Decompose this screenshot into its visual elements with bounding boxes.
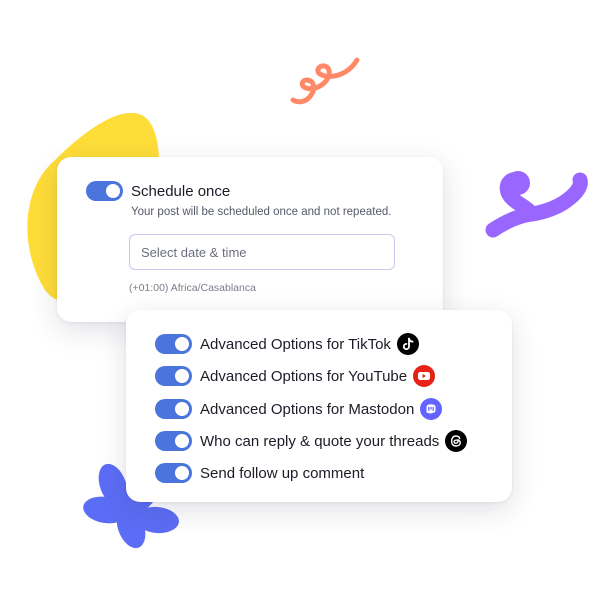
youtube-options-label: Advanced Options for YouTube — [200, 367, 408, 385]
follow-up-comment-toggle[interactable] — [155, 463, 192, 483]
option-row-youtube: Advanced Options for YouTube — [155, 365, 436, 387]
youtube-options-toggle[interactable] — [155, 366, 192, 386]
toggle-knob — [175, 466, 189, 480]
toggle-knob — [175, 402, 189, 416]
threads-reply-toggle[interactable] — [155, 431, 192, 451]
toggle-knob — [175, 434, 189, 448]
youtube-icon — [413, 365, 436, 387]
date-time-input[interactable]: Select date & time — [129, 234, 395, 270]
threads-reply-label: Who can reply & quote your threads — [200, 432, 440, 450]
follow-up-comment-label: Send follow up comment — [200, 464, 365, 482]
option-row-threads: Who can reply & quote your threads — [155, 430, 468, 452]
tiktok-icon — [396, 333, 419, 355]
mastodon-icon — [420, 398, 443, 420]
tiktok-options-toggle[interactable] — [155, 334, 192, 354]
advanced-options-card: Advanced Options for TikTok Advanced Opt… — [126, 310, 512, 502]
schedule-once-title: Schedule once — [131, 182, 231, 200]
toggle-knob — [106, 184, 120, 198]
schedule-once-toggle[interactable] — [86, 181, 123, 201]
schedule-card: Schedule once Your post will be schedule… — [57, 157, 443, 322]
tiktok-options-label: Advanced Options for TikTok — [200, 335, 391, 353]
option-row-follow-up: Send follow up comment — [155, 463, 364, 483]
option-row-tiktok: Advanced Options for TikTok — [155, 333, 419, 355]
date-time-placeholder: Select date & time — [141, 244, 247, 260]
timezone-label: (+01:00) Africa/Casablanca — [129, 282, 256, 294]
threads-icon — [445, 430, 468, 452]
toggle-knob — [175, 369, 189, 383]
option-row-mastodon: Advanced Options for Mastodon — [155, 398, 443, 420]
mastodon-options-toggle[interactable] — [155, 399, 192, 419]
schedule-description: Your post will be scheduled once and not… — [131, 206, 392, 218]
toggle-knob — [175, 337, 189, 351]
mastodon-options-label: Advanced Options for Mastodon — [200, 400, 415, 418]
